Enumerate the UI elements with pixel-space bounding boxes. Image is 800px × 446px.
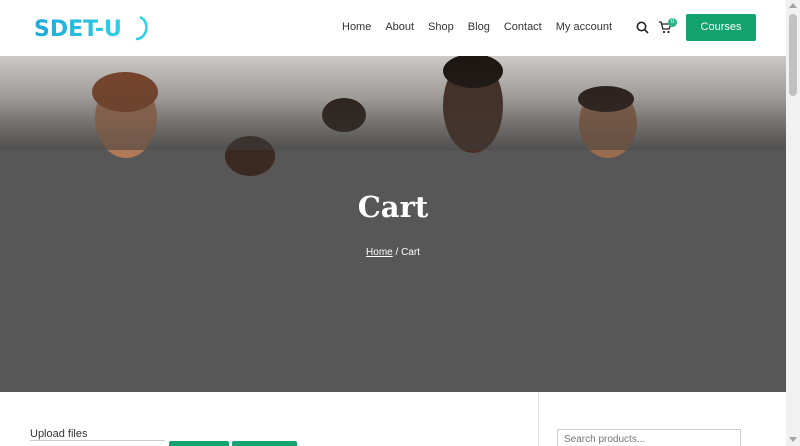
hero-overlay — [0, 56, 786, 150]
upload-file-field[interactable] — [30, 440, 165, 446]
upload-button[interactable] — [169, 441, 229, 446]
nav-home[interactable]: Home — [342, 19, 371, 35]
scroll-down-arrow-icon[interactable] — [789, 437, 797, 442]
scroll-up-arrow-icon[interactable] — [789, 3, 797, 8]
cart-content: Upload files — [0, 392, 786, 446]
svg-text:SDET-U: SDET-U — [34, 17, 122, 42]
nav-shop[interactable]: Shop — [428, 19, 454, 35]
nav-about[interactable]: About — [385, 19, 414, 35]
search-icon[interactable] — [636, 21, 649, 34]
main-nav: Home About Shop Blog Contact My account — [342, 19, 626, 35]
breadcrumb: Home / Cart — [0, 247, 786, 258]
secondary-button[interactable] — [232, 441, 297, 446]
page-hero: Cart Home / Cart — [0, 56, 786, 392]
nav-contact[interactable]: Contact — [504, 19, 542, 35]
upload-files-label: Upload files — [30, 428, 88, 440]
breadcrumb-current: Cart — [401, 247, 420, 258]
breadcrumb-home-link[interactable]: Home — [366, 247, 393, 258]
site-header: SDET-U Home About Shop Blog Contact My a… — [0, 0, 786, 56]
breadcrumb-separator: / — [392, 247, 402, 258]
sidebar-divider — [538, 392, 539, 446]
sdet-u-logo[interactable]: SDET-U — [32, 13, 154, 43]
page-scrollbar[interactable] — [786, 0, 800, 446]
search-products-input[interactable] — [557, 429, 741, 446]
courses-button[interactable]: Courses — [686, 14, 756, 41]
nav-my-account[interactable]: My account — [556, 19, 612, 35]
scroll-thumb[interactable] — [789, 14, 797, 96]
nav-blog[interactable]: Blog — [468, 19, 490, 35]
page-title: Cart — [357, 190, 429, 224]
cart-count-badge: 0 — [668, 18, 677, 27]
